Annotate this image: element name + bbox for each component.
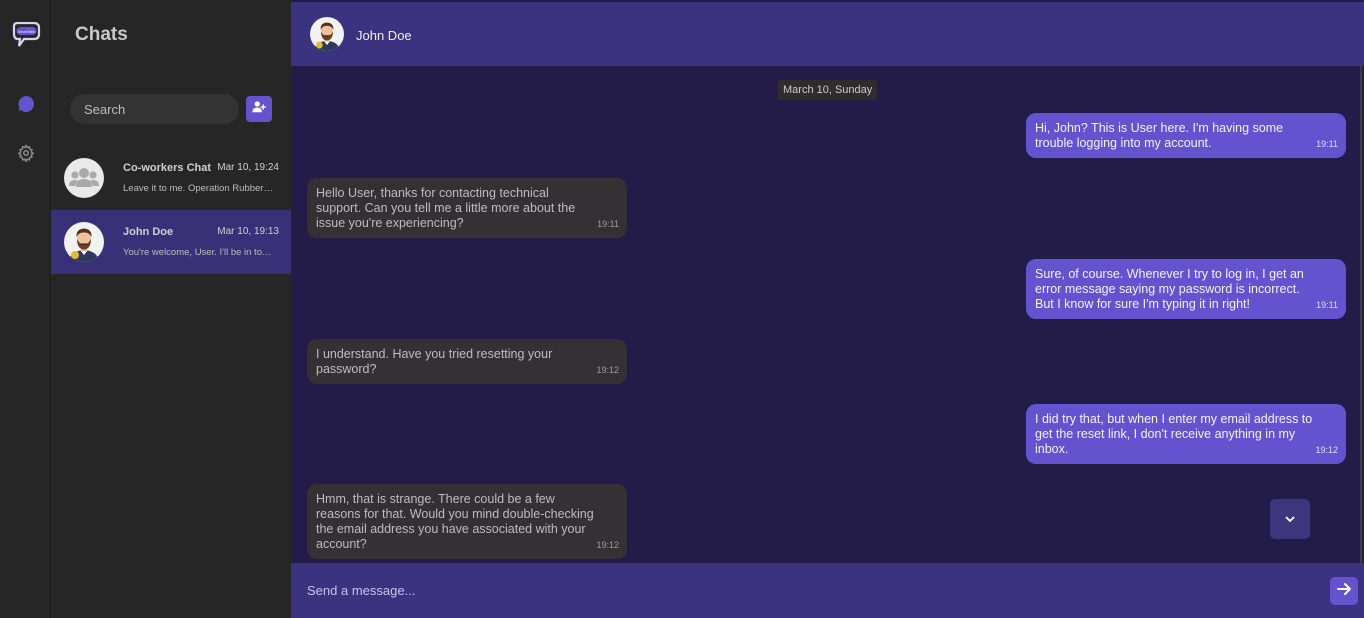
chat-preview: You're welcome, User. I'll be in touch. bbox=[123, 247, 273, 258]
chat-list-panel: Chats Co-workers Chat Mar 10, 19:24 L bbox=[51, 0, 291, 618]
logo-text: SmartTalk bbox=[18, 30, 37, 34]
group-avatar-icon bbox=[64, 158, 104, 198]
contact-avatar[interactable] bbox=[310, 17, 344, 51]
chat-item-john-doe[interactable]: John Doe Mar 10, 19:13 You're welcome, U… bbox=[51, 210, 291, 274]
chat-name: John Doe bbox=[123, 226, 174, 238]
message-outgoing: Sure, of course. Whenever I try to log i… bbox=[1026, 259, 1346, 319]
chat-time: Mar 10, 19:24 bbox=[217, 162, 279, 173]
gear-icon bbox=[17, 143, 35, 167]
chat-bubble-icon bbox=[16, 94, 36, 119]
message-time: 19:11 bbox=[1316, 300, 1338, 310]
chat-item-coworkers[interactable]: Co-workers Chat Mar 10, 19:24 Leave it t… bbox=[51, 146, 291, 210]
message-incoming: Hmm, that is strange. There could be a f… bbox=[307, 484, 627, 559]
scroll-to-bottom-button[interactable] bbox=[1270, 499, 1310, 539]
send-button[interactable] bbox=[1330, 577, 1358, 605]
chat-name: Co-workers Chat bbox=[123, 162, 212, 174]
message-text: Hmm, that is strange. There could be a f… bbox=[316, 492, 594, 551]
search-input[interactable] bbox=[70, 94, 239, 124]
conversation-header: John Doe bbox=[291, 2, 1364, 66]
message-text: I understand. Have you tried resetting y… bbox=[316, 347, 553, 376]
settings-nav-button[interactable] bbox=[15, 143, 37, 167]
app-logo[interactable]: SmartTalk bbox=[10, 21, 42, 50]
chevron-down-icon bbox=[1284, 510, 1296, 528]
contacts-button[interactable] bbox=[246, 96, 272, 122]
contact-name: John Doe bbox=[356, 28, 412, 43]
panel-title: Chats bbox=[75, 24, 128, 45]
message-composer bbox=[291, 563, 1364, 618]
message-outgoing: Hi, John? This is User here. I'm having … bbox=[1026, 113, 1346, 158]
arrow-right-icon bbox=[1336, 581, 1352, 602]
message-incoming: I understand. Have you tried resetting y… bbox=[307, 339, 627, 384]
message-incoming: Hello User, thanks for contacting techni… bbox=[307, 178, 627, 238]
message-text: Hi, John? This is User here. I'm having … bbox=[1035, 121, 1284, 150]
nav-rail: SmartTalk bbox=[0, 0, 51, 618]
message-text: I did try that, but when I enter my emai… bbox=[1035, 412, 1313, 456]
message-outgoing: I did try that, but when I enter my emai… bbox=[1026, 404, 1346, 464]
message-time: 19:11 bbox=[1316, 139, 1338, 149]
message-time: 19:11 bbox=[597, 219, 619, 229]
message-time: 19:12 bbox=[1315, 445, 1338, 455]
user-plus-icon bbox=[252, 100, 266, 119]
messages-scrollbar[interactable] bbox=[1360, 66, 1362, 563]
date-separator: March 10, Sunday bbox=[778, 80, 878, 100]
conversation-pane: John Doe March 10, Sunday Hi, John? This… bbox=[291, 0, 1364, 618]
message-input[interactable] bbox=[307, 580, 1307, 600]
message-text: Hello User, thanks for contacting techni… bbox=[316, 186, 576, 230]
chats-nav-button[interactable] bbox=[15, 95, 37, 117]
chat-time: Mar 10, 19:13 bbox=[217, 226, 279, 237]
chat-preview: Leave it to me. Operation Rubber Duck is… bbox=[123, 183, 273, 194]
message-time: 19:12 bbox=[596, 540, 619, 550]
john-avatar bbox=[64, 222, 104, 262]
message-time: 19:12 bbox=[596, 365, 619, 375]
message-text: Sure, of course. Whenever I try to log i… bbox=[1035, 267, 1304, 311]
